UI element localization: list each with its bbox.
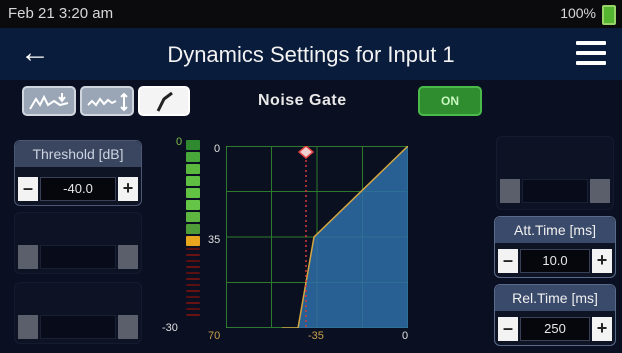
attack-time-label: Att.Time [ms] xyxy=(495,217,615,243)
meter-segment xyxy=(186,302,200,304)
gate-transfer-graph[interactable] xyxy=(226,146,408,328)
release-time-stepper: – 250 + xyxy=(498,317,612,341)
meter-segment xyxy=(186,278,200,280)
disabled-stepper xyxy=(18,315,138,339)
disabled-parameter-panel xyxy=(14,282,142,344)
meter-segment xyxy=(186,266,200,268)
release-increase-button[interactable]: + xyxy=(592,317,612,341)
meter-segment xyxy=(186,200,200,210)
disabled-value xyxy=(522,179,588,203)
meter-segment xyxy=(186,176,200,186)
meter-bottom-label: -30 xyxy=(162,322,178,334)
meter-segment xyxy=(186,212,200,222)
meter-segment xyxy=(186,272,200,274)
threshold-label: Threshold [dB] xyxy=(15,141,141,167)
disabled-decrease-button xyxy=(18,245,38,269)
disabled-decrease-button xyxy=(18,315,38,339)
battery-percent: 100% xyxy=(560,5,596,21)
attack-time-panel: Att.Time [ms] – 10.0 + xyxy=(494,216,616,278)
meter-segment xyxy=(186,314,200,316)
disabled-parameter-panel xyxy=(496,136,614,210)
status-time: Feb 21 3:20 am xyxy=(8,5,114,22)
graph-y-bottom-label: 70 xyxy=(208,330,221,342)
disabled-value xyxy=(40,245,116,269)
meter-segment xyxy=(186,290,200,292)
compressor-icon xyxy=(87,92,128,112)
threshold-panel: Threshold [dB] – -40.0 + xyxy=(14,140,142,206)
page-title: Dynamics Settings for Input 1 xyxy=(167,42,455,67)
meter-top-label: 0 xyxy=(176,136,183,148)
title-bar: ← Dynamics Settings for Input 1 xyxy=(0,28,622,80)
disabled-value xyxy=(40,315,116,339)
graph-y-mid-label: 35 xyxy=(208,234,221,246)
disabled-increase-button xyxy=(118,315,138,339)
expander-mode-button[interactable] xyxy=(22,86,76,116)
gate-curve-icon xyxy=(156,91,173,112)
status-bar: Feb 21 3:20 am 100% xyxy=(0,0,622,28)
meter-segment xyxy=(186,248,200,250)
meter-segment xyxy=(186,224,200,234)
mode-title: Noise Gate xyxy=(258,92,347,109)
meter-segment xyxy=(186,152,200,162)
attack-time-stepper: – 10.0 + xyxy=(498,249,612,273)
release-time-value[interactable]: 250 xyxy=(520,317,590,341)
meter-segment xyxy=(186,260,200,262)
meter-segment xyxy=(186,254,200,256)
meter-segment xyxy=(186,236,200,246)
hamburger-menu-icon[interactable] xyxy=(576,41,606,65)
disabled-stepper xyxy=(500,179,610,203)
meter-segment xyxy=(186,308,200,310)
graph-x-right-label: 0 xyxy=(402,330,409,342)
release-time-panel: Rel.Time [ms] – 250 + xyxy=(494,284,616,346)
attack-decrease-button[interactable]: – xyxy=(498,249,518,273)
compressor-mode-button[interactable] xyxy=(80,86,134,116)
attack-time-value[interactable]: 10.0 xyxy=(520,249,590,273)
battery-icon xyxy=(602,5,616,25)
meter-segment xyxy=(186,164,200,174)
threshold-decrease-button[interactable]: – xyxy=(18,177,38,201)
disabled-parameter-panel xyxy=(14,212,142,274)
disabled-increase-button xyxy=(590,179,610,203)
threshold-increase-button[interactable]: + xyxy=(118,177,138,201)
release-time-label: Rel.Time [ms] xyxy=(495,285,615,311)
level-meter xyxy=(186,140,200,332)
threshold-stepper: – -40.0 + xyxy=(18,177,138,201)
meter-segment xyxy=(186,296,200,298)
graph-y-top-label: 0 xyxy=(214,143,221,155)
graph-x-mid-label: -35 xyxy=(308,330,324,342)
gate-on-toggle[interactable]: ON xyxy=(418,86,482,116)
disabled-decrease-button xyxy=(500,179,520,203)
meter-segment xyxy=(186,140,200,150)
disabled-stepper xyxy=(18,245,138,269)
attack-increase-button[interactable]: + xyxy=(592,249,612,273)
expander-icon xyxy=(29,93,69,110)
disabled-increase-button xyxy=(118,245,138,269)
release-decrease-button[interactable]: – xyxy=(498,317,518,341)
noise-gate-mode-button[interactable] xyxy=(138,86,190,116)
threshold-value[interactable]: -40.0 xyxy=(40,177,116,201)
meter-segment xyxy=(186,284,200,286)
meter-segment xyxy=(186,188,200,198)
